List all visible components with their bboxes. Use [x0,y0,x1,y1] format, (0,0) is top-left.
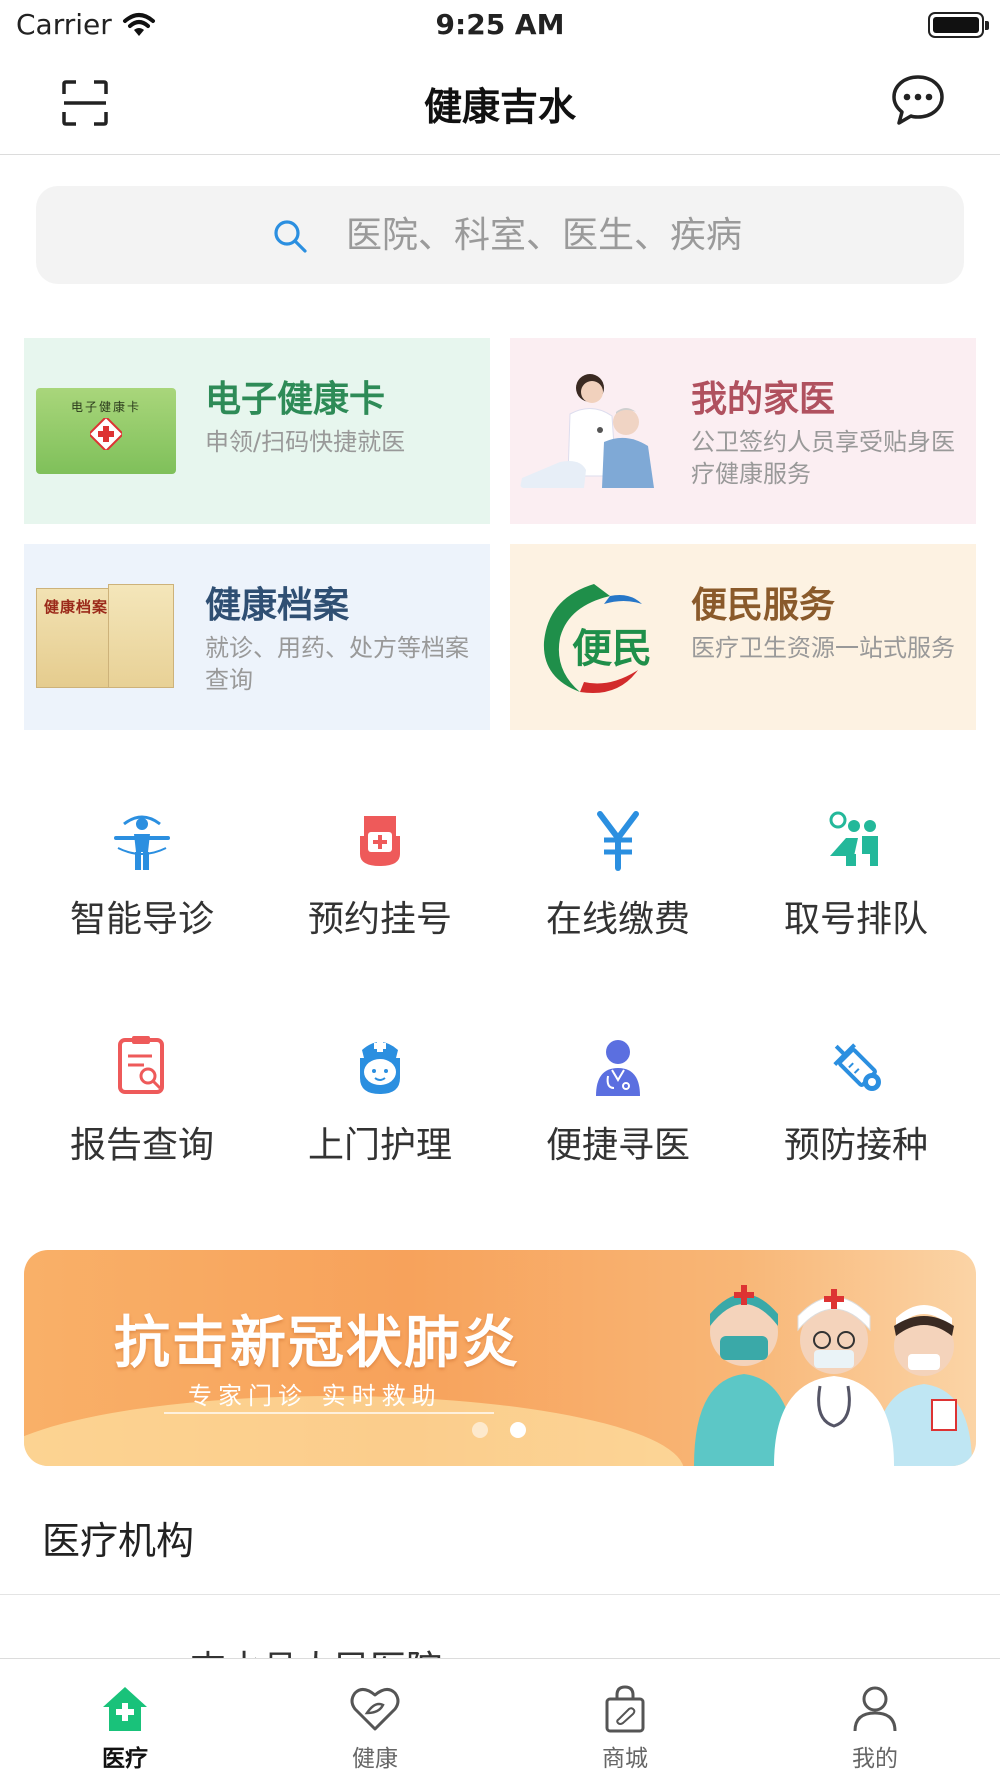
card-title: 健康档案 [205,585,350,626]
service-label: 预约挂号 [307,899,452,940]
banner-pagination[interactable] [472,1422,526,1438]
service-vaccination[interactable]: 预防接种 [756,1034,956,1184]
search-icon [274,220,307,253]
service-label: 取号排队 [783,899,928,940]
card-convenience[interactable]: 便民 便民服务 医疗卫生资源一站式服务 [510,544,976,730]
card-title: 便民服务 [691,585,836,626]
red-cross-icon [90,418,122,450]
vaccine-icon [833,1043,881,1091]
nurse-icon [360,1040,400,1094]
status-time: 9:25 AM [435,8,565,41]
card-title: 我的家医 [691,379,836,420]
doctor-icon [596,1040,640,1096]
tab-label: 医疗 [102,1746,148,1772]
service-label: 便捷寻医 [545,1125,690,1166]
message-icon[interactable] [890,72,946,128]
service-label: 报告查询 [69,1125,214,1166]
service-label: 智能导诊 [69,899,214,940]
service-home-nursing[interactable]: 上门护理 [280,1034,480,1184]
folder-label: 健康档案 [44,598,109,616]
card-health-card[interactable]: 电子健康卡 电子健康卡 申领/扫码快捷就医 [24,338,490,524]
health-card-image-text: 电子健康卡 [70,400,141,414]
section-title: 医疗机构 [42,1519,195,1563]
banner-title: 抗击新冠状肺炎 [114,1311,520,1376]
heart-icon [350,1688,400,1731]
service-report-query[interactable]: 报告查询 [42,1034,242,1184]
section-divider [0,1594,1000,1595]
service-label: 上门护理 [307,1125,452,1166]
pagination-dot-active[interactable] [510,1422,526,1438]
doctor-patient-image [520,366,660,488]
banner-divider [164,1412,494,1414]
page-title: 健康吉水 [423,85,576,129]
card-desc: 公卫签约人员享受贴身医疗健康服务 [691,428,955,488]
tab-label: 商城 [602,1746,648,1772]
body-guide-icon [114,815,170,870]
service-find-doctor[interactable]: 便捷寻医 [518,1034,718,1184]
card-title: 电子健康卡 [205,379,386,420]
convenience-logo: 便民 [534,578,652,696]
tab-medical[interactable]: 医疗 [0,1659,250,1778]
card-desc: 医疗卫生资源一站式服务 [691,634,955,662]
search-input[interactable] [346,208,906,262]
report-search-icon [118,1036,164,1094]
tab-label: 健康 [352,1746,398,1772]
service-queue[interactable]: 取号排队 [756,808,956,958]
card-desc: 就诊、用药、处方等档案查询 [205,634,469,694]
service-label: 预防接种 [783,1125,928,1166]
card-health-records[interactable]: 健康档案 健康档案 就诊、用药、处方等档案查询 [24,544,490,730]
service-label: 在线缴费 [545,899,690,940]
service-appointment[interactable]: 预约挂号 [280,808,480,958]
medical-staff-illustration [694,1285,972,1466]
tab-bar: 医疗 健康 商城 我的 [0,1658,1000,1778]
status-bar: Carrier 9:25 AM [0,0,1000,50]
hand-register-icon [360,816,400,866]
file-folder-image: 健康档案 [36,582,176,692]
service-online-payment[interactable]: 在线缴费 [518,808,718,958]
tab-mine[interactable]: 我的 [750,1659,1000,1778]
yuan-payment-icon [597,811,639,871]
tab-label: 我的 [852,1746,898,1772]
search-bar[interactable] [36,186,964,284]
user-icon [853,1686,897,1732]
card-family-doctor[interactable]: 我的家医 公卫签约人员享受贴身医疗健康服务 [510,338,976,524]
nav-bar: 健康吉水 [0,50,1000,155]
queue-icon [829,811,878,866]
card-desc: 申领/扫码快捷就医 [205,428,406,456]
promo-banner[interactable]: 抗击新冠状肺炎 专家门诊 实时救助 [24,1250,976,1466]
battery-icon [928,12,989,38]
medical-home-icon [103,1687,147,1731]
shopping-bag-icon [605,1685,645,1733]
convenience-logo-text: 便民 [572,626,652,672]
pagination-dot[interactable] [472,1422,488,1438]
tab-mall[interactable]: 商城 [500,1659,750,1778]
banner-subtitle: 专家门诊 实时救助 [188,1382,442,1410]
service-smart-guide[interactable]: 智能导诊 [42,808,242,958]
health-card-image: 电子健康卡 [36,388,176,474]
tab-health[interactable]: 健康 [250,1659,500,1778]
